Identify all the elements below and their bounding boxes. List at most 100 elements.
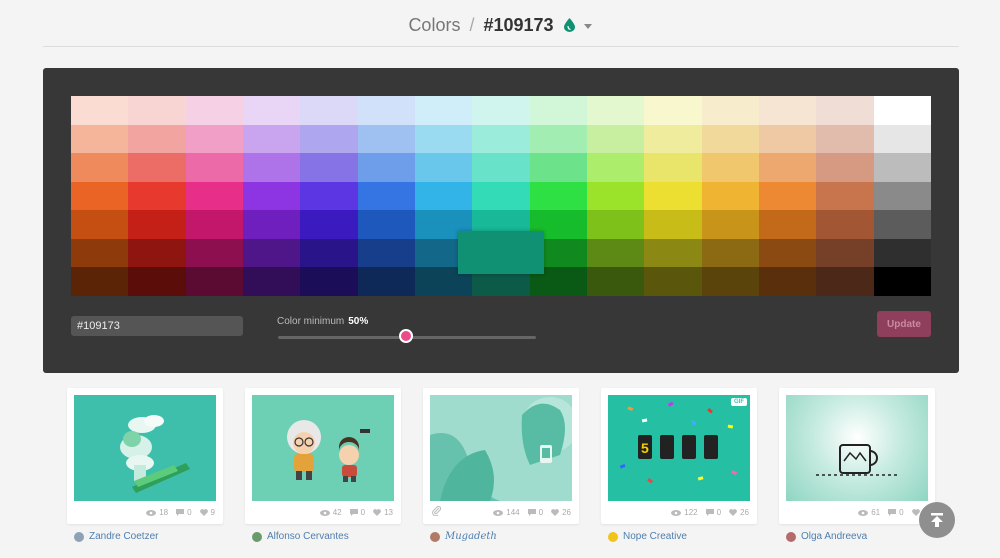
color-swatch[interactable] bbox=[644, 96, 702, 125]
color-swatch[interactable] bbox=[758, 238, 817, 268]
color-swatch[interactable] bbox=[816, 181, 874, 211]
color-swatch[interactable] bbox=[185, 153, 243, 182]
update-button[interactable]: Update bbox=[877, 311, 931, 337]
color-swatch[interactable] bbox=[701, 238, 759, 268]
color-swatch[interactable] bbox=[71, 153, 129, 182]
color-swatch[interactable] bbox=[586, 153, 645, 182]
shot-card[interactable]: 144 0 26 bbox=[423, 388, 579, 524]
color-swatch[interactable] bbox=[71, 238, 129, 268]
color-swatch[interactable] bbox=[128, 267, 186, 296]
shot-owner[interactable]: Nope Creative bbox=[608, 531, 687, 542]
color-swatch[interactable] bbox=[71, 96, 129, 125]
avatar[interactable] bbox=[430, 531, 440, 542]
color-swatch[interactable] bbox=[414, 153, 473, 182]
color-swatch[interactable] bbox=[128, 181, 186, 211]
color-swatch[interactable] bbox=[242, 267, 301, 296]
color-swatch[interactable] bbox=[758, 267, 817, 296]
selected-color-swatch[interactable] bbox=[458, 231, 544, 274]
color-swatch[interactable] bbox=[185, 124, 243, 154]
color-swatch[interactable] bbox=[701, 153, 759, 182]
color-swatch[interactable] bbox=[357, 124, 415, 154]
color-swatch[interactable] bbox=[758, 153, 817, 182]
avatar[interactable] bbox=[74, 531, 84, 542]
color-swatch[interactable] bbox=[414, 124, 473, 154]
color-swatch[interactable] bbox=[816, 210, 874, 239]
color-swatch[interactable] bbox=[586, 238, 645, 268]
owner-name[interactable]: Olga Andreeva bbox=[801, 531, 867, 542]
color-swatch[interactable] bbox=[644, 238, 702, 268]
color-swatch[interactable] bbox=[586, 181, 645, 211]
color-swatch[interactable] bbox=[873, 124, 931, 154]
color-swatch[interactable] bbox=[816, 124, 874, 154]
color-swatch[interactable] bbox=[529, 96, 587, 125]
breadcrumb-colors[interactable]: Colors bbox=[408, 15, 460, 36]
color-swatch[interactable] bbox=[758, 210, 817, 239]
color-swatch[interactable] bbox=[71, 267, 129, 296]
owner-name[interactable]: Mugadeth bbox=[445, 531, 497, 542]
color-swatch[interactable] bbox=[128, 124, 186, 154]
color-swatch[interactable] bbox=[128, 153, 186, 182]
color-swatch[interactable] bbox=[185, 238, 243, 268]
color-swatch[interactable] bbox=[758, 96, 817, 125]
color-swatch[interactable] bbox=[816, 267, 874, 296]
color-swatch[interactable] bbox=[758, 181, 817, 211]
owner-name[interactable]: Zandre Coetzer bbox=[89, 531, 158, 542]
owner-name[interactable]: Nope Creative bbox=[623, 531, 687, 542]
color-swatch[interactable] bbox=[242, 210, 301, 239]
color-swatch[interactable] bbox=[586, 96, 645, 125]
color-swatch[interactable] bbox=[300, 210, 358, 239]
color-swatch[interactable] bbox=[816, 238, 874, 268]
likes-stat[interactable]: 9 bbox=[199, 508, 215, 517]
drop-icon[interactable] bbox=[563, 17, 576, 33]
color-swatch[interactable] bbox=[242, 181, 301, 211]
likes-stat[interactable]: 26 bbox=[551, 508, 571, 517]
color-swatch[interactable] bbox=[472, 181, 530, 211]
color-swatch[interactable] bbox=[701, 124, 759, 154]
color-swatch[interactable] bbox=[586, 124, 645, 154]
color-swatch[interactable] bbox=[357, 96, 415, 125]
color-swatch[interactable] bbox=[644, 181, 702, 211]
color-swatch[interactable] bbox=[128, 96, 186, 125]
color-swatch[interactable] bbox=[758, 124, 817, 154]
shot-thumbnail[interactable] bbox=[252, 395, 394, 501]
likes-stat[interactable]: 26 bbox=[729, 508, 749, 517]
color-swatch[interactable] bbox=[701, 267, 759, 296]
color-swatch[interactable] bbox=[300, 267, 358, 296]
color-swatch[interactable] bbox=[242, 124, 301, 154]
color-swatch[interactable] bbox=[701, 181, 759, 211]
color-swatch[interactable] bbox=[300, 153, 358, 182]
color-swatch[interactable] bbox=[71, 181, 129, 211]
color-swatch[interactable] bbox=[242, 96, 301, 125]
color-swatch[interactable] bbox=[300, 124, 358, 154]
avatar[interactable] bbox=[786, 531, 796, 542]
color-swatch[interactable] bbox=[644, 210, 702, 239]
shot-thumbnail[interactable] bbox=[430, 395, 572, 501]
color-swatch[interactable] bbox=[472, 153, 530, 182]
color-swatch[interactable] bbox=[300, 181, 358, 211]
color-swatch[interactable] bbox=[414, 181, 473, 211]
color-swatch[interactable] bbox=[242, 153, 301, 182]
caret-down-icon[interactable] bbox=[583, 23, 592, 29]
color-swatch[interactable] bbox=[873, 210, 931, 239]
color-swatch[interactable] bbox=[185, 267, 243, 296]
color-swatch[interactable] bbox=[873, 267, 931, 296]
color-swatch[interactable] bbox=[357, 210, 415, 239]
color-swatch[interactable] bbox=[586, 210, 645, 239]
color-swatch[interactable] bbox=[529, 124, 587, 154]
color-swatch[interactable] bbox=[873, 181, 931, 211]
color-swatch[interactable] bbox=[357, 181, 415, 211]
color-swatch[interactable] bbox=[300, 238, 358, 268]
color-swatch[interactable] bbox=[128, 210, 186, 239]
avatar[interactable] bbox=[252, 531, 262, 542]
color-swatch[interactable] bbox=[357, 238, 415, 268]
shot-owner[interactable]: Mugadeth bbox=[430, 531, 497, 542]
color-swatch[interactable] bbox=[357, 153, 415, 182]
shot-card[interactable]: GIF 5 122 0 26 bbox=[601, 388, 757, 524]
shot-card[interactable]: 61 0 0 bbox=[779, 388, 935, 524]
color-swatch[interactable] bbox=[644, 153, 702, 182]
shot-thumbnail[interactable] bbox=[74, 395, 216, 501]
color-swatch[interactable] bbox=[529, 181, 587, 211]
color-swatch[interactable] bbox=[242, 238, 301, 268]
color-minimum-slider-thumb[interactable] bbox=[399, 329, 413, 343]
color-swatch[interactable] bbox=[816, 153, 874, 182]
